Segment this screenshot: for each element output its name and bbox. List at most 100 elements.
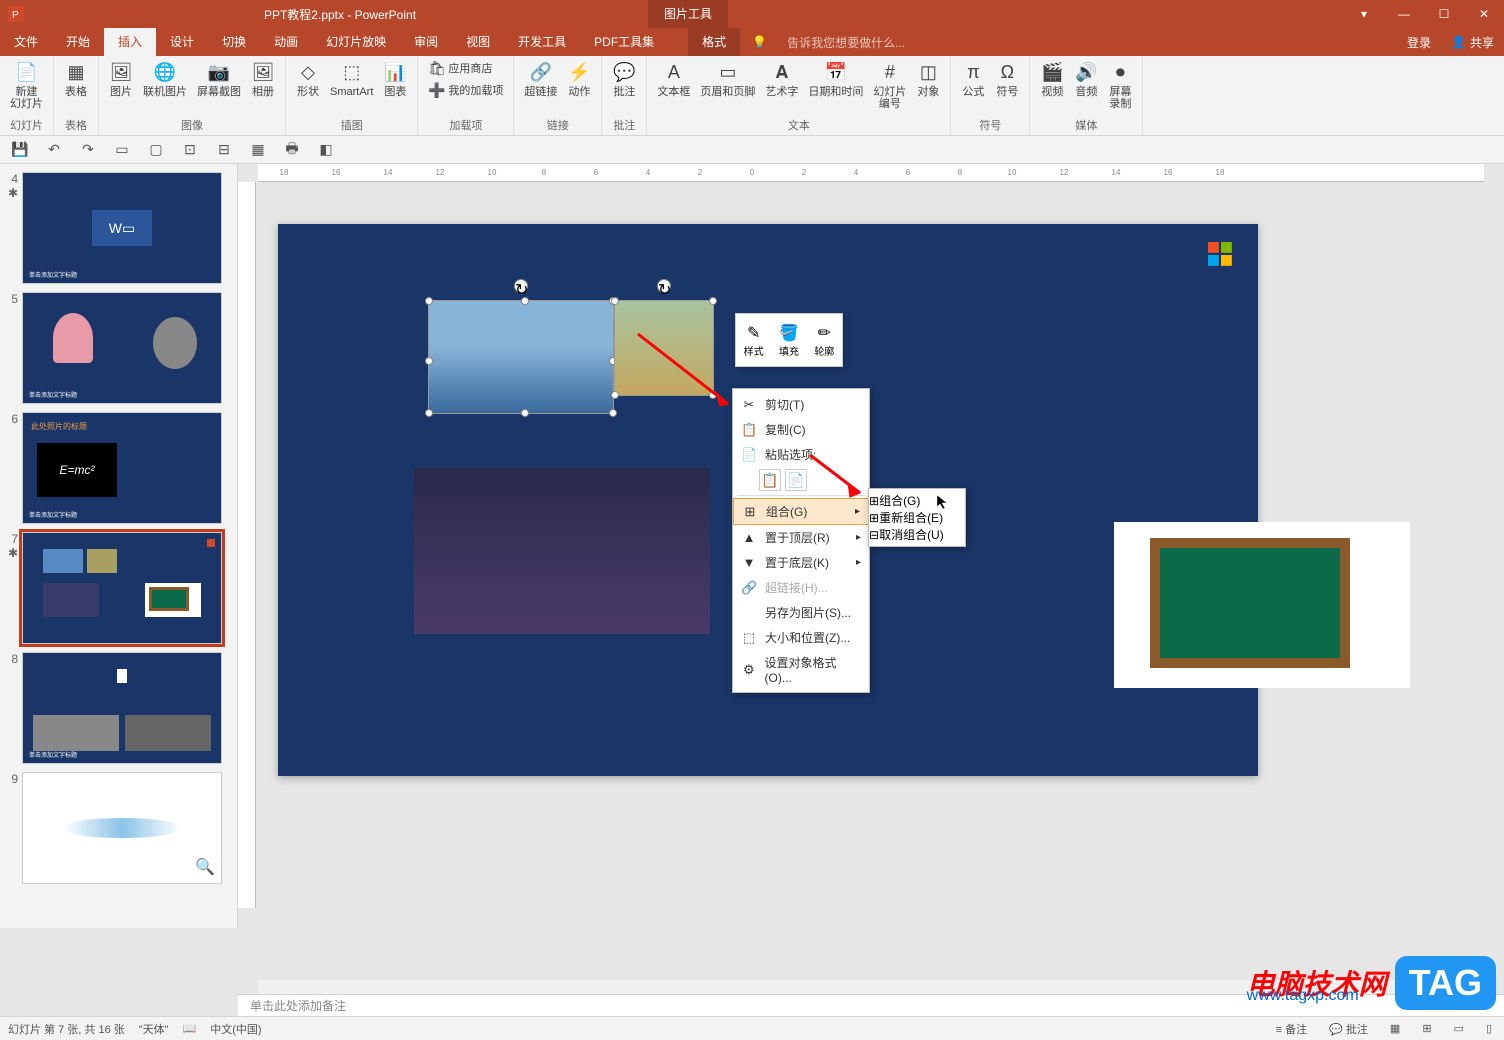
thumbnail-4[interactable]: 4✱W▭单击添加文字标题 (4, 172, 233, 284)
ctx-置于顶层R[interactable]: ▲置于顶层(R)▸ (733, 525, 869, 550)
ribbon-页眉和页脚[interactable]: ▭页眉和页脚 (696, 58, 759, 115)
ribbon-我的加载项[interactable]: ➕我的加载项 (424, 80, 507, 100)
ribbon-艺术字[interactable]: 𝐀艺术字 (761, 58, 802, 115)
thumbnail-5[interactable]: 5单击添加文字标题 (4, 292, 233, 404)
ribbon-options-icon[interactable]: ▾ (1344, 0, 1384, 28)
sorter-view-icon[interactable]: ⊞ (1418, 1022, 1435, 1035)
ctx-设置对象格式O[interactable]: ⚙设置对象格式(O)... (733, 650, 869, 689)
selected-image-2[interactable]: ↻ (614, 300, 714, 396)
ribbon-SmartArt[interactable]: ⬚SmartArt (326, 58, 377, 115)
thumbnail-7[interactable]: 7✱ (4, 532, 233, 644)
thumbnail-6[interactable]: 6此处照片的标题E=mc²单击添加文字标题 (4, 412, 233, 524)
tab-developer[interactable]: 开发工具 (504, 28, 580, 56)
thumbnail-9[interactable]: 9🔍 (4, 772, 233, 884)
resize-handle[interactable] (521, 297, 529, 305)
minimize-icon[interactable]: — (1384, 0, 1424, 28)
qat-btn-6[interactable]: 🖶 (282, 140, 302, 160)
resize-handle[interactable] (709, 391, 717, 399)
mini-填充[interactable]: 🪣填充 (771, 314, 806, 366)
resize-handle[interactable] (425, 409, 433, 417)
ribbon-应用商店[interactable]: 🛍应用商店 (424, 58, 507, 78)
ctx-粘贴选项:[interactable]: 📄粘贴选项: (733, 442, 869, 467)
qat-btn-5[interactable]: ▦ (248, 140, 268, 160)
reading-view-icon[interactable]: ▭ (1450, 1022, 1468, 1035)
mini-样式[interactable]: ✎样式 (736, 314, 771, 366)
ribbon-联机图片[interactable]: 🌐联机图片 (139, 58, 191, 115)
image-city[interactable] (414, 468, 710, 634)
resize-handle[interactable] (611, 391, 619, 399)
paste-option-1[interactable]: 📋 (759, 469, 781, 491)
ribbon-图表[interactable]: 📊图表 (379, 58, 411, 115)
mini-轮廓[interactable]: ✏轮廓 (807, 314, 842, 366)
ribbon-表格[interactable]: ▦表格 (60, 58, 92, 115)
ribbon-屏幕录制[interactable]: ⏺屏幕录制 (1104, 58, 1136, 115)
slideshow-view-icon[interactable]: ▯ (1482, 1022, 1496, 1035)
ribbon-文本框[interactable]: A文本框 (653, 58, 694, 115)
qat-btn-3[interactable]: ⊡ (180, 140, 200, 160)
resize-handle[interactable] (709, 297, 717, 305)
resize-handle[interactable] (425, 357, 433, 365)
ribbon-幻灯片编号[interactable]: #幻灯片编号 (869, 58, 910, 115)
ctx-置于底层K[interactable]: ▼置于底层(K)▸ (733, 550, 869, 575)
ribbon-屏幕截图[interactable]: 📷屏幕截图 (193, 58, 245, 115)
ribbon-新建幻灯片[interactable]: 📄新建幻灯片 (6, 58, 47, 115)
ribbon-形状[interactable]: ◇形状 (292, 58, 324, 115)
thumbnail-8[interactable]: 8单击添加文字标题 (4, 652, 233, 764)
tab-home[interactable]: 开始 (52, 28, 104, 56)
maximize-icon[interactable]: ☐ (1424, 0, 1464, 28)
ctx-组合G[interactable]: ⊞组合(G)▸ (733, 498, 869, 525)
tab-transitions[interactable]: 切换 (208, 28, 260, 56)
normal-view-icon[interactable]: ▦ (1386, 1022, 1404, 1035)
tab-file[interactable]: 文件 (0, 28, 52, 56)
ctx-大小和位置Z[interactable]: ⬚大小和位置(Z)... (733, 625, 869, 650)
ribbon-日期和时间[interactable]: 📅日期和时间 (804, 58, 867, 115)
tab-review[interactable]: 审阅 (400, 28, 452, 56)
qat-btn-4[interactable]: ⊟ (214, 140, 234, 160)
comments-toggle[interactable]: 💬 批注 (1325, 1021, 1372, 1037)
slide-thumbnails[interactable]: 4✱W▭单击添加文字标题5单击添加文字标题6此处照片的标题E=mc²单击添加文字… (0, 164, 238, 928)
tab-insert[interactable]: 插入 (104, 28, 156, 56)
selected-image-1[interactable]: ↻ (428, 300, 614, 414)
spellcheck-icon[interactable]: 📖 (183, 1022, 197, 1035)
qat-btn-2[interactable]: ▢ (146, 140, 166, 160)
qat-btn-1[interactable]: ▭ (112, 140, 132, 160)
ribbon-图片[interactable]: 🖼图片 (105, 58, 137, 115)
tab-format[interactable]: 格式 (688, 28, 740, 56)
undo-icon[interactable]: ↶ (44, 140, 64, 160)
ribbon-视频[interactable]: 🎬视频 (1036, 58, 1068, 115)
language-indicator[interactable]: 中文(中国) (210, 1021, 261, 1037)
ribbon-公式[interactable]: π公式 (957, 58, 989, 115)
ribbon-动作[interactable]: ⚡动作 (563, 58, 595, 115)
login-button[interactable]: 登录 (1397, 34, 1441, 51)
rotate-handle[interactable]: ↻ (657, 279, 671, 293)
ribbon-相册[interactable]: 🖼相册 (247, 58, 279, 115)
tellme-input[interactable]: 告诉我您想要做什么... (767, 34, 905, 51)
close-icon[interactable]: ✕ (1464, 0, 1504, 28)
ribbon-符号[interactable]: Ω符号 (991, 58, 1023, 115)
ribbon-对象[interactable]: ◫对象 (912, 58, 944, 115)
tab-design[interactable]: 设计 (156, 28, 208, 56)
rotate-handle[interactable]: ↻ (514, 279, 528, 293)
share-button[interactable]: 👤共享 (1441, 34, 1504, 51)
save-icon[interactable]: 💾 (10, 140, 30, 160)
tab-pdf[interactable]: PDF工具集 (580, 28, 668, 56)
resize-handle[interactable] (425, 297, 433, 305)
resize-handle[interactable] (611, 297, 619, 305)
ctx-剪切T[interactable]: ✂剪切(T) (733, 392, 869, 417)
redo-icon[interactable]: ↷ (78, 140, 98, 160)
ribbon-icon: 🖼 (251, 60, 275, 84)
ctx-复制C[interactable]: 📋复制(C) (733, 417, 869, 442)
resize-handle[interactable] (521, 409, 529, 417)
ribbon-超链接[interactable]: 🔗超链接 (520, 58, 561, 115)
ribbon-音频[interactable]: 🔊音频 (1070, 58, 1102, 115)
ctx-另存为图片S[interactable]: 另存为图片(S)... (733, 600, 869, 625)
qat-btn-7[interactable]: ◧ (316, 140, 336, 160)
tab-animations[interactable]: 动画 (260, 28, 312, 56)
ribbon-批注[interactable]: 💬批注 (608, 58, 640, 115)
image-blackboard[interactable] (1114, 522, 1410, 688)
tab-view[interactable]: 视图 (452, 28, 504, 56)
notes-toggle[interactable]: ≡ 备注 (1272, 1021, 1311, 1037)
tab-slideshow[interactable]: 幻灯片放映 (312, 28, 400, 56)
paste-option-2[interactable]: 📄 (785, 469, 807, 491)
resize-handle[interactable] (609, 409, 617, 417)
